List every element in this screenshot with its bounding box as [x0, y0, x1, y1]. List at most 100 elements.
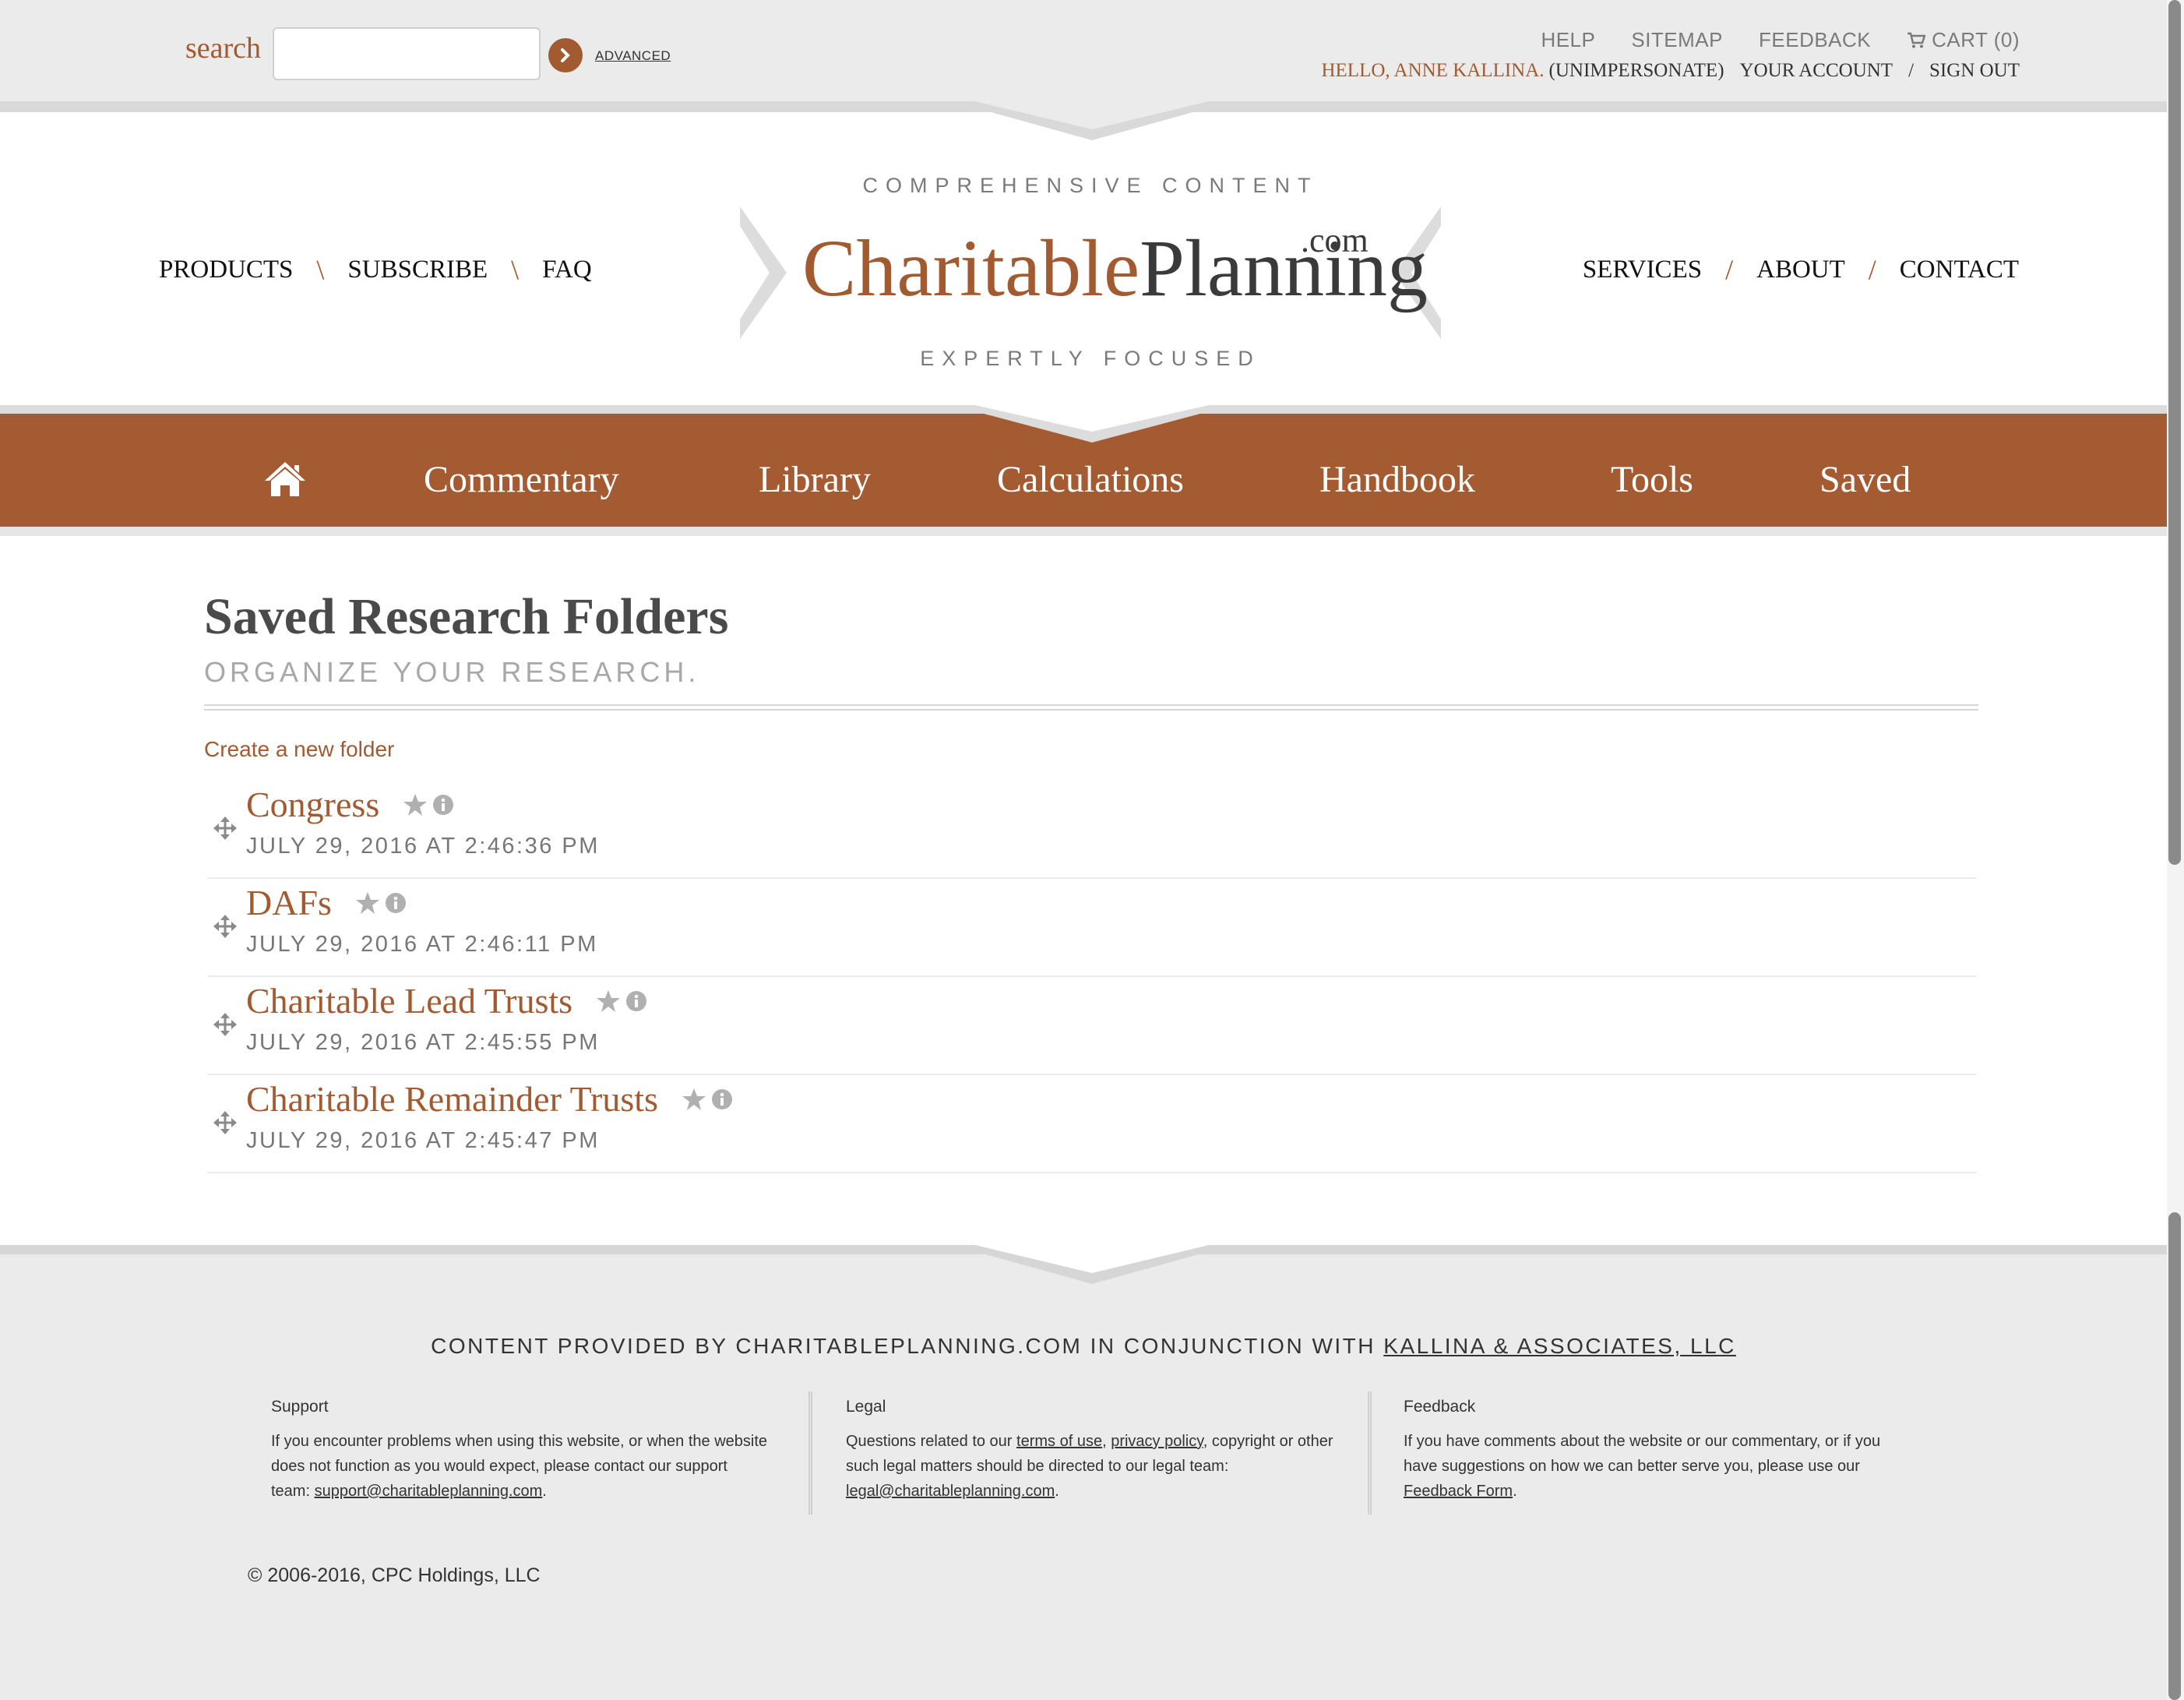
- chevron-right-icon: [561, 48, 570, 62]
- cart-label: CART (0): [1932, 28, 2020, 51]
- logo-tagline-bottom: EXPERTLY FOCUSED: [920, 347, 1261, 370]
- nav-handbook[interactable]: Handbook: [1319, 458, 1475, 501]
- footer-credit-text: CONTENT PROVIDED BY CHARITABLEPLANNING.C…: [431, 1334, 1376, 1358]
- main-nav-notch: [952, 405, 1232, 443]
- search-input[interactable]: [273, 27, 541, 80]
- support-heading: Support: [271, 1398, 329, 1416]
- logo-dotcom: .com: [1301, 221, 1369, 259]
- services-link[interactable]: SERVICES: [1583, 256, 1702, 284]
- nav-separator: \: [316, 254, 325, 285]
- legal-heading: Legal: [846, 1398, 886, 1416]
- folder-date: JULY 29, 2016 AT 2:45:47 PM: [246, 1128, 600, 1153]
- nav-calculations[interactable]: Calculations: [997, 458, 1184, 501]
- title-rule: [204, 704, 1978, 706]
- terms-of-use-link[interactable]: terms of use: [1016, 1433, 1102, 1450]
- footer-feedback-column: Feedback If you have comments about the …: [1404, 1395, 1902, 1504]
- cart-icon: [1907, 32, 1926, 48]
- search-submit-button[interactable]: [548, 38, 583, 72]
- faq-link[interactable]: FAQ: [542, 256, 592, 284]
- account-line: HELLO, ANNE KALLINA. (UNIMPERSONATE) YOU…: [1321, 60, 2020, 82]
- folder-date: JULY 29, 2016 AT 2:46:36 PM: [246, 834, 600, 859]
- sign-out-link[interactable]: SIGN OUT: [1929, 60, 2020, 82]
- feedback-form-link[interactable]: Feedback Form: [1404, 1483, 1513, 1500]
- privacy-policy-link[interactable]: privacy policy: [1111, 1433, 1203, 1450]
- search-label: search: [185, 32, 262, 65]
- main-nav-bottom-band: [0, 527, 2167, 536]
- folder-name-link[interactable]: Charitable Remainder Trusts: [246, 1078, 658, 1120]
- folder-name-link[interactable]: Charitable Lead Trusts: [246, 980, 572, 1021]
- nav-separator: /: [1868, 254, 1876, 285]
- copyright: © 2006-2016, CPC Holdings, LLC: [248, 1564, 541, 1586]
- footer-support-column: Support If you encounter problems when u…: [271, 1395, 770, 1504]
- move-icon[interactable]: [213, 1111, 237, 1134]
- logo-word-charitable: Charitable: [802, 224, 1140, 313]
- create-folder-link[interactable]: Create a new folder: [204, 737, 394, 762]
- footer-legal-column: Legal Questions related to our terms of …: [846, 1395, 1344, 1504]
- folder-name-link[interactable]: DAFs: [246, 882, 332, 923]
- home-icon[interactable]: [263, 460, 307, 498]
- footer-divider: [808, 1391, 812, 1515]
- support-end: .: [542, 1483, 547, 1500]
- move-icon[interactable]: [213, 1013, 237, 1036]
- legal-comma: ,: [1102, 1433, 1107, 1450]
- folder-name-link[interactable]: Congress: [246, 784, 379, 825]
- folder-date: JULY 29, 2016 AT 2:46:11 PM: [246, 932, 598, 957]
- unimpersonate-link[interactable]: (UNIMPERSONATE): [1549, 60, 1724, 82]
- folder-row: Charitable Lead Trusts JULY 29, 2016 AT …: [207, 977, 1977, 1075]
- folder-date: JULY 29, 2016 AT 2:45:55 PM: [246, 1030, 600, 1055]
- nav-library[interactable]: Library: [759, 458, 871, 501]
- feedback-heading: Feedback: [1404, 1398, 1476, 1416]
- products-link[interactable]: PRODUCTS: [159, 256, 293, 284]
- nav-saved[interactable]: Saved: [1819, 458, 1911, 501]
- logo-left-chevron-icon: [740, 206, 787, 339]
- help-link[interactable]: HELP: [1541, 28, 1595, 52]
- folder-row: Charitable Remainder Trusts JULY 29, 201…: [207, 1075, 1977, 1173]
- move-icon[interactable]: [213, 915, 237, 938]
- scrollbar-thumb-lower[interactable]: [2168, 1212, 2181, 1700]
- nav-separator: \: [511, 254, 520, 285]
- nav-commentary[interactable]: Commentary: [424, 458, 619, 501]
- site-logo[interactable]: COMPREHENSIVE CONTENT CharitablePlanning…: [740, 168, 1441, 378]
- feedback-end: .: [1513, 1483, 1517, 1500]
- star-icon[interactable]: [596, 989, 621, 1013]
- about-link[interactable]: ABOUT: [1756, 256, 1845, 284]
- account-separator: /: [1908, 60, 1915, 81]
- advanced-search-link[interactable]: ADVANCED: [595, 48, 671, 64]
- legal-email-link[interactable]: legal@charitableplanning.com: [846, 1483, 1055, 1500]
- folder-row: Congress JULY 29, 2016 AT 2:46:36 PM: [207, 781, 1977, 879]
- utility-links: HELP SITEMAP FEEDBACK CART (0): [1541, 28, 2020, 52]
- subscribe-link[interactable]: SUBSCRIBE: [347, 256, 488, 284]
- your-account-link[interactable]: YOUR ACCOUNT: [1740, 60, 1893, 82]
- kallina-associates-link[interactable]: KALLINA & ASSOCIATES, LLC: [1383, 1334, 1736, 1358]
- star-icon[interactable]: [403, 793, 428, 816]
- top-notch: [952, 101, 1232, 140]
- info-icon[interactable]: [432, 794, 454, 816]
- footer-notch: [952, 1245, 1232, 1284]
- feedback-text: If you have comments about the website o…: [1404, 1433, 1881, 1475]
- star-icon[interactable]: [682, 1088, 706, 1111]
- cart-link[interactable]: CART (0): [1907, 28, 2020, 52]
- footer-credit: CONTENT PROVIDED BY CHARITABLEPLANNING.C…: [0, 1334, 2167, 1359]
- header-right-nav: SERVICES / ABOUT / CONTACT: [1583, 253, 2019, 286]
- logo-word-planning: Planning: [1140, 224, 1428, 313]
- page-subtitle: ORGANIZE YOUR RESEARCH.: [204, 656, 700, 688]
- move-icon[interactable]: [213, 816, 237, 840]
- greeting: HELLO, ANNE KALLINA.: [1321, 60, 1545, 81]
- header-left-nav: PRODUCTS \ SUBSCRIBE \ FAQ: [159, 253, 592, 286]
- sitemap-link[interactable]: SITEMAP: [1631, 28, 1723, 52]
- legal-end: .: [1055, 1483, 1059, 1500]
- info-icon[interactable]: [385, 892, 407, 914]
- contact-link[interactable]: CONTACT: [1900, 256, 2019, 284]
- info-icon[interactable]: [625, 990, 647, 1012]
- title-rule: [204, 709, 1978, 711]
- logo-tagline-top: COMPREHENSIVE CONTENT: [862, 174, 1319, 197]
- star-icon[interactable]: [355, 891, 380, 915]
- page-title: Saved Research Folders: [204, 588, 729, 645]
- support-email-link[interactable]: support@charitableplanning.com: [315, 1483, 543, 1500]
- feedback-link[interactable]: FEEDBACK: [1759, 28, 1871, 52]
- folder-row: DAFs JULY 29, 2016 AT 2:46:11 PM: [207, 879, 1977, 977]
- nav-tools[interactable]: Tools: [1611, 458, 1693, 501]
- legal-text-1: Questions related to our: [846, 1433, 1013, 1450]
- scrollbar-thumb[interactable]: [2168, 0, 2181, 865]
- info-icon[interactable]: [711, 1088, 733, 1110]
